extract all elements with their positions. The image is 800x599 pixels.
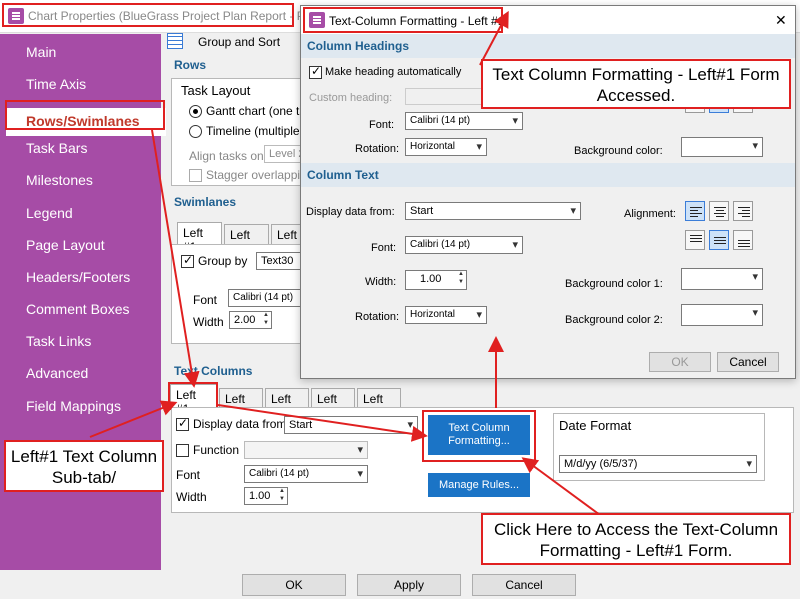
arrow-form-accessed xyxy=(479,10,509,66)
arrow-rows-to-tab xyxy=(151,129,200,388)
callout-subtab: Left#1 Text Column Sub-tab/ xyxy=(4,440,164,492)
arrow-tab-to-button xyxy=(217,404,428,442)
arrow-click-here xyxy=(521,457,601,516)
callout-click-here: Click Here to Access the Text-Column For… xyxy=(481,513,791,565)
callout-form-accessed: Text Column Formatting - Left#1 Form Acc… xyxy=(481,59,791,109)
arrow-subtab xyxy=(89,400,178,438)
